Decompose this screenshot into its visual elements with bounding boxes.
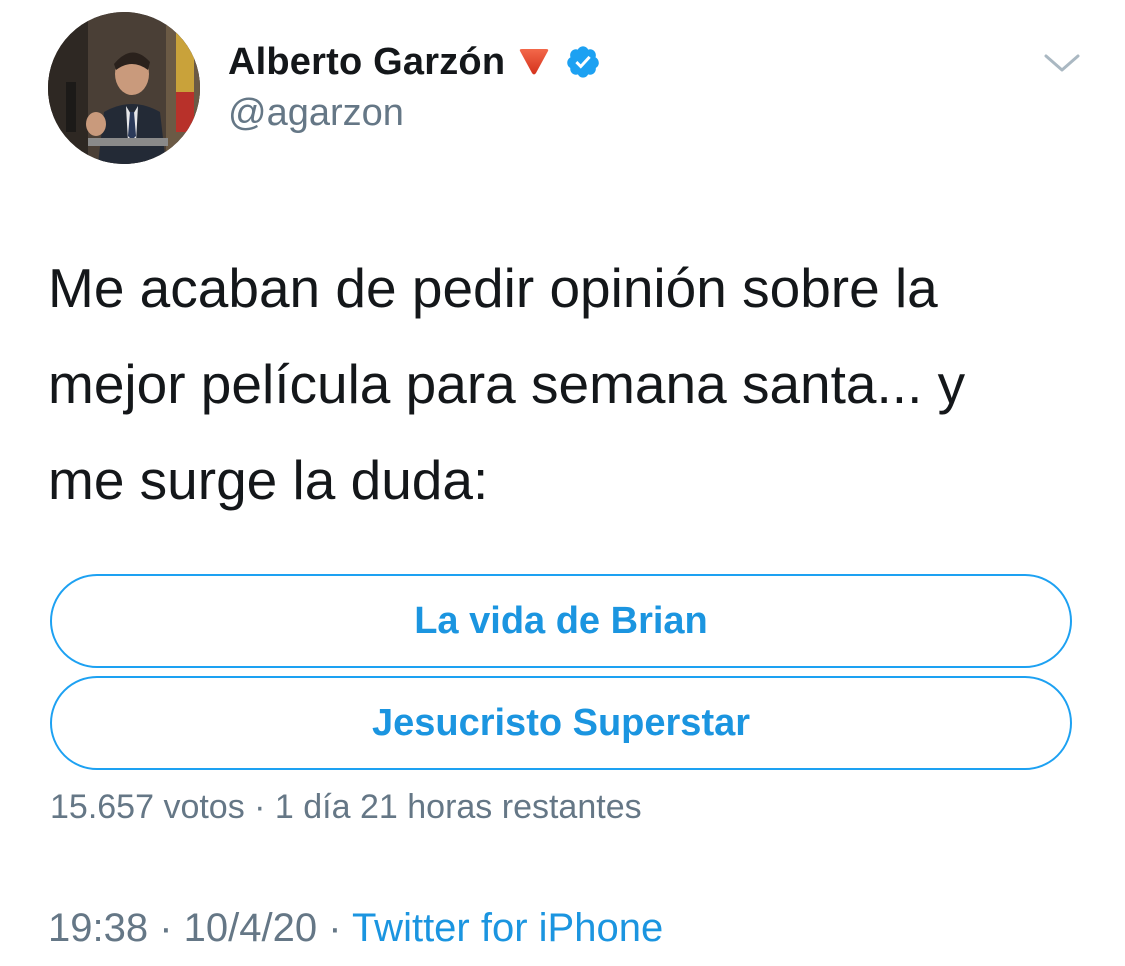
avatar[interactable] [48, 12, 200, 164]
verified-badge-icon [565, 44, 601, 80]
source-link[interactable]: Twitter for iPhone [352, 906, 663, 950]
poll-option-label: La vida de Brian [414, 599, 708, 642]
poll-option-label: Jesucristo Superstar [371, 701, 751, 744]
chevron-down-icon[interactable] [1040, 44, 1084, 80]
poll-meta: 15.657 votos · 1 día 21 horas restantes [50, 788, 642, 826]
separator: · [317, 906, 352, 950]
separator: · [148, 906, 184, 950]
timestamp-row: 19:38 · 10/4/20 · Twitter for iPhone [48, 906, 663, 951]
display-name[interactable]: Alberto Garzón [228, 41, 505, 84]
red-down-triangle-icon [517, 47, 551, 77]
tweet-text: Me acaban de pedir opinión sobre la mejo… [48, 257, 966, 511]
tweet-time[interactable]: 19:38 [48, 906, 148, 950]
author-name-row: Alberto Garzón [228, 38, 601, 86]
poll-option-2[interactable]: Jesucristo Superstar [50, 676, 1072, 770]
poll-option-1[interactable]: La vida de Brian [50, 574, 1072, 668]
tweet-date[interactable]: 10/4/20 [184, 906, 317, 950]
tweet-card: Alberto Garzón @agarzon Me acaban de ped… [0, 0, 1125, 966]
handle[interactable]: @agarzon [228, 92, 404, 135]
